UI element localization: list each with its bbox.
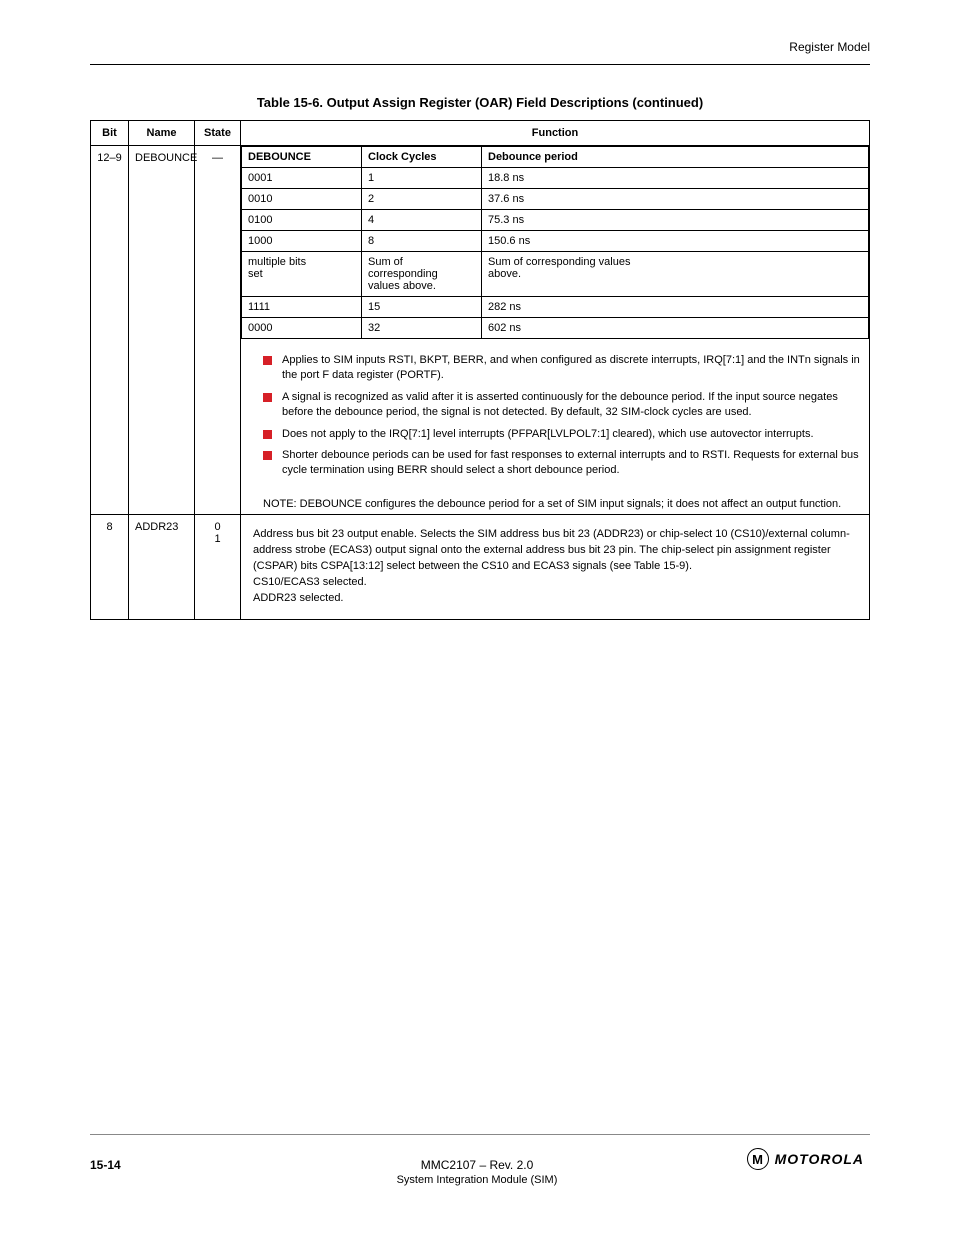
inner-row: 0000 32 602 ns	[242, 318, 869, 339]
ih-b: Clock Cycles	[362, 147, 482, 168]
cell-state: 0 1	[195, 515, 241, 620]
list-item: A signal is recognized as valid after it…	[247, 390, 863, 421]
ic-a: 0000	[242, 318, 362, 339]
ic-b: 8	[362, 231, 482, 252]
table-caption: Table 15-6. Output Assign Register (OAR)…	[90, 95, 870, 110]
ih-a: DEBOUNCE	[242, 147, 362, 168]
list-item: Shorter debounce periods can be used for…	[247, 448, 863, 479]
debounce-subtable: DEBOUNCE Clock Cycles Debounce period 00…	[241, 146, 869, 339]
register-table: Bit Name State Function 12–9 DEBOUNCE — …	[90, 120, 870, 620]
ic-b: 15	[362, 297, 482, 318]
note-text: NOTE: DEBOUNCE configures the debounce p…	[241, 491, 869, 514]
bullet-icon	[263, 393, 272, 402]
inner-header-row: DEBOUNCE Clock Cycles Debounce period	[242, 147, 869, 168]
brand-logo: M MOTOROLA	[747, 1148, 864, 1170]
bullet-text: Applies to SIM inputs RSTI, BKPT, BERR, …	[282, 353, 863, 384]
ic-c: 602 ns	[482, 318, 869, 339]
bullet-icon	[263, 356, 272, 365]
ih-c: Debounce period	[482, 147, 869, 168]
ic-c: 150.6 ns	[482, 231, 869, 252]
running-head: Register Model	[90, 40, 870, 54]
doc-subtitle-left: System Integration Module (SIM)	[397, 1174, 558, 1186]
bullet-icon	[263, 451, 272, 460]
list-item: Does not apply to the IRQ[7:1] level int…	[247, 427, 863, 442]
table-header-row: Bit Name State Function	[91, 121, 870, 146]
motorola-badge-icon: M	[747, 1148, 769, 1170]
ic-c: 18.8 ns	[482, 168, 869, 189]
ic-b: Sum of corresponding values above.	[362, 252, 482, 297]
bullet-text: A signal is recognized as valid after it…	[282, 390, 863, 421]
header-rule	[90, 64, 870, 65]
bullet-icon	[263, 430, 272, 439]
bullet-text: Does not apply to the IRQ[7:1] level int…	[282, 427, 863, 442]
cell-name: DEBOUNCE	[129, 146, 195, 515]
inner-row: 1000 8 150.6 ns	[242, 231, 869, 252]
ic-a: multiple bits set	[242, 252, 362, 297]
th-name: Name	[129, 121, 195, 146]
cell-bit: 8	[91, 515, 129, 620]
ic-c: Sum of corresponding values above.	[482, 252, 869, 297]
ic-a: 1111	[242, 297, 362, 318]
bullet-list: Applies to SIM inputs RSTI, BKPT, BERR, …	[241, 339, 869, 491]
ic-a: 0001	[242, 168, 362, 189]
table-row: 8 ADDR23 0 1 Address bus bit 23 output e…	[91, 515, 870, 620]
list-item: Applies to SIM inputs RSTI, BKPT, BERR, …	[247, 353, 863, 384]
cell-func: DEBOUNCE Clock Cycles Debounce period 00…	[241, 146, 870, 515]
inner-row: 0010 2 37.6 ns	[242, 189, 869, 210]
ic-c: 37.6 ns	[482, 189, 869, 210]
ic-a: 0100	[242, 210, 362, 231]
ic-b: 1	[362, 168, 482, 189]
cell-bit: 12–9	[91, 146, 129, 515]
ic-a: 1000	[242, 231, 362, 252]
cell-state: —	[195, 146, 241, 515]
cell-name: ADDR23	[129, 515, 195, 620]
inner-row: 0001 1 18.8 ns	[242, 168, 869, 189]
table-row: 12–9 DEBOUNCE — DEBOUNCE Clock Cycles De…	[91, 146, 870, 515]
brand-word: MOTOROLA	[775, 1151, 864, 1167]
footer-rule	[90, 1134, 870, 1135]
inner-row: multiple bits set Sum of corresponding v…	[242, 252, 869, 297]
func-desc: Address bus bit 23 output enable. Select…	[247, 521, 863, 613]
ic-c: 75.3 ns	[482, 210, 869, 231]
inner-row: 1111 15 282 ns	[242, 297, 869, 318]
th-bit: Bit	[91, 121, 129, 146]
doc-title-text: MMC2107 – Rev. 2.0	[421, 1158, 534, 1172]
ic-b: 2	[362, 189, 482, 210]
inner-row: 0100 4 75.3 ns	[242, 210, 869, 231]
bullet-text: Shorter debounce periods can be used for…	[282, 448, 863, 479]
ic-a: 0010	[242, 189, 362, 210]
ic-c: 282 ns	[482, 297, 869, 318]
ic-b: 4	[362, 210, 482, 231]
ic-b: 32	[362, 318, 482, 339]
th-state: State	[195, 121, 241, 146]
th-func: Function	[241, 121, 870, 146]
cell-func: Address bus bit 23 output enable. Select…	[241, 515, 870, 620]
